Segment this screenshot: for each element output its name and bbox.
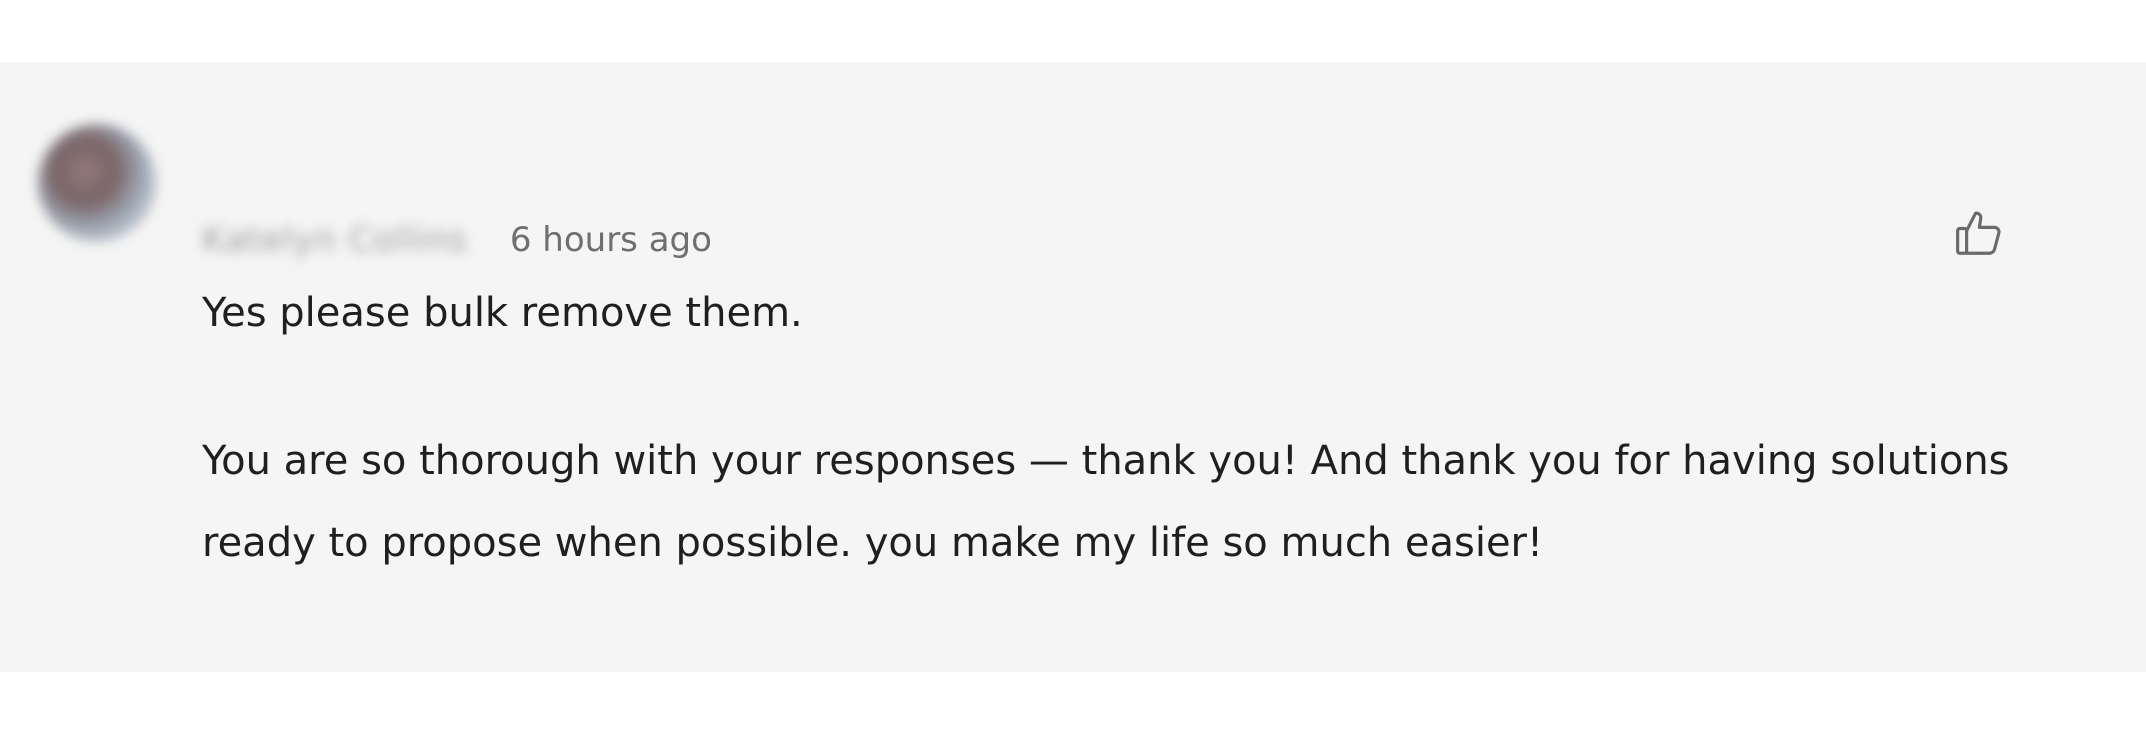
author-name[interactable]: Katelyn Collins — [202, 220, 468, 260]
comment-body-line-1: Yes please bulk remove them. — [202, 290, 803, 336]
thumbs-up-icon — [1956, 211, 2001, 255]
avatar[interactable] — [38, 124, 156, 242]
like-button[interactable] — [1948, 202, 2010, 264]
comment-body-line-2: You are so thorough with your responses … — [202, 438, 2010, 484]
comment-body-line-3: ready to propose when possible. you make… — [202, 520, 1544, 566]
comment-header: Katelyn Collins 6 hours ago — [202, 212, 712, 268]
page: Katelyn Collins 6 hours ago Yes please b… — [0, 0, 2146, 733]
comment-card: Katelyn Collins 6 hours ago Yes please b… — [0, 62, 2146, 672]
comment-timestamp: 6 hours ago — [509, 220, 712, 260]
